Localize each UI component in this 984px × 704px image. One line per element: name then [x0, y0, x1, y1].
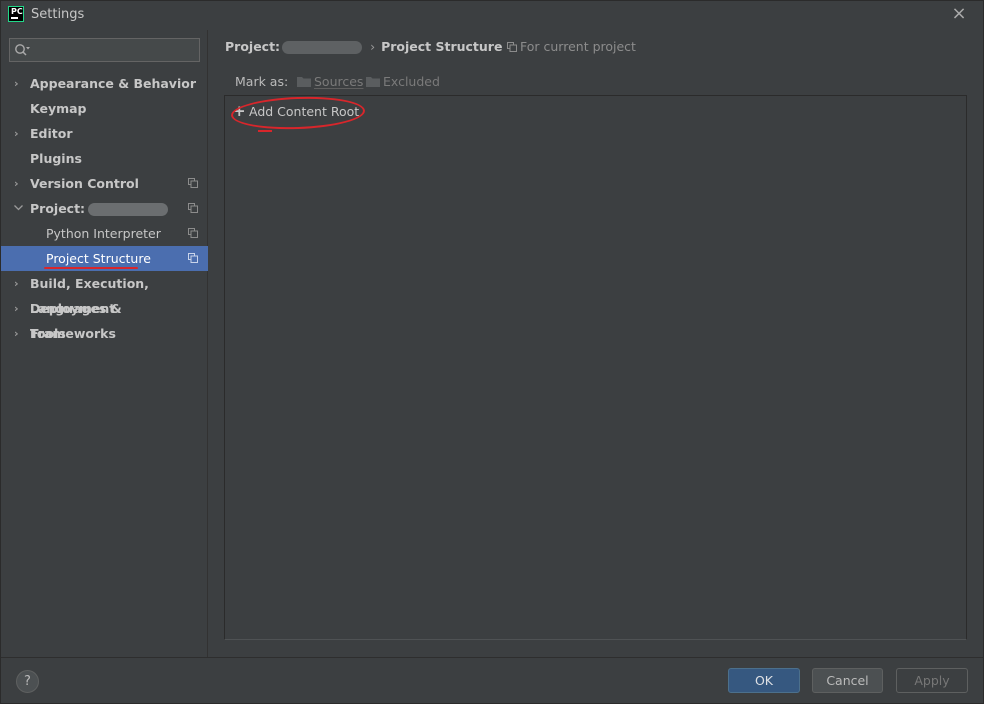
sidebar-item-python-interpreter[interactable]: Python Interpreter [0, 221, 208, 246]
project-scope-icon [188, 203, 198, 213]
sidebar-item-keymap[interactable]: Keymap [0, 96, 208, 121]
chevron-right-icon[interactable]: › [14, 171, 24, 196]
chevron-right-icon[interactable]: › [14, 271, 24, 296]
settings-tree: › Appearance & Behavior Keymap › Editor … [0, 71, 208, 346]
sidebar-item-project-structure[interactable]: Project Structure [0, 246, 208, 271]
help-button[interactable]: ? [16, 670, 39, 693]
main-panel: Project: › Project Structure For current p… [209, 30, 984, 657]
scope-label: For current project [520, 39, 636, 54]
settings-search-input[interactable] [9, 38, 200, 62]
sidebar-item-appearance-behavior[interactable]: › Appearance & Behavior [0, 71, 208, 96]
add-content-root-button[interactable]: + Add Content Root [230, 94, 366, 132]
mark-as-label: Mark as: [235, 74, 289, 89]
project-scope-icon [188, 253, 198, 263]
mark-sources-label: Sources [314, 74, 364, 89]
mark-excluded-button[interactable]: Excluded [366, 73, 440, 91]
settings-sidebar: › Appearance & Behavior Keymap › Editor … [0, 30, 208, 657]
title-bar: PC Settings × [0, 0, 984, 30]
sidebar-item-label: Editor [30, 126, 73, 141]
sidebar-item-label: Version Control [30, 176, 139, 191]
breadcrumb-current: Project Structure [381, 39, 503, 54]
ok-button[interactable]: OK [728, 668, 800, 693]
sidebar-item-label: Appearance & Behavior [30, 76, 196, 91]
sidebar-item-label: Project Structure [46, 251, 151, 266]
folder-icon [366, 77, 380, 87]
project-scope-icon [507, 42, 517, 52]
content-roots-panel: + Add Content Root [224, 94, 967, 640]
chevron-right-icon[interactable]: › [14, 71, 24, 96]
project-scope-icon [188, 228, 198, 238]
apply-button[interactable]: Apply [896, 668, 968, 693]
chevron-right-icon[interactable]: › [14, 296, 24, 321]
sidebar-item-label: Plugins [30, 151, 82, 166]
breadcrumb-project[interactable]: Project: [225, 39, 280, 54]
annotation-underline [44, 267, 138, 269]
chevron-down-icon-shape [14, 205, 23, 211]
redacted-project-name [282, 41, 363, 54]
sidebar-item-label: Tools [30, 326, 66, 341]
sidebar-item-label: Python Interpreter [46, 226, 161, 241]
breadcrumb: Project: › Project Structure [225, 38, 502, 56]
project-scope-icon [188, 178, 198, 188]
mark-excluded-label: Excluded [383, 74, 440, 89]
mark-sources-button[interactable]: Sources [297, 73, 363, 91]
sidebar-item-tools[interactable]: › Tools [0, 321, 208, 346]
pycharm-logo-icon: PC [8, 6, 24, 22]
cancel-button[interactable]: Cancel [812, 668, 883, 693]
sidebar-item-label: Keymap [30, 101, 87, 116]
sidebar-item-project[interactable]: Project: [0, 196, 208, 221]
folder-icon [297, 77, 311, 87]
redacted-project-name [88, 203, 169, 216]
window-title: Settings [31, 7, 85, 22]
scope-indicator: For current project [507, 38, 636, 56]
chevron-right-icon[interactable]: › [14, 321, 24, 346]
sidebar-item-languages-frameworks[interactable]: › Languages & Frameworks [0, 296, 208, 341]
annotation-underline [258, 130, 272, 132]
chevron-right-icon[interactable]: › [14, 121, 24, 146]
sidebar-item-plugins[interactable]: Plugins [0, 146, 208, 171]
sidebar-item-version-control[interactable]: › Version Control [0, 171, 208, 196]
annotation-ellipse [230, 94, 366, 132]
sidebar-item-build-execution-deployment[interactable]: › Build, Execution, Deployment [0, 271, 208, 316]
sidebar-item-label: Project: [30, 201, 86, 216]
search-icon [15, 44, 30, 56]
app-logo-text: PC [11, 7, 23, 16]
close-icon[interactable]: × [948, 4, 970, 24]
breadcrumb-separator: › [370, 39, 376, 54]
dialog-footer: ? OK Cancel Apply [0, 657, 984, 704]
chevron-down-icon[interactable] [14, 196, 24, 221]
sidebar-item-editor[interactable]: › Editor [0, 121, 208, 146]
